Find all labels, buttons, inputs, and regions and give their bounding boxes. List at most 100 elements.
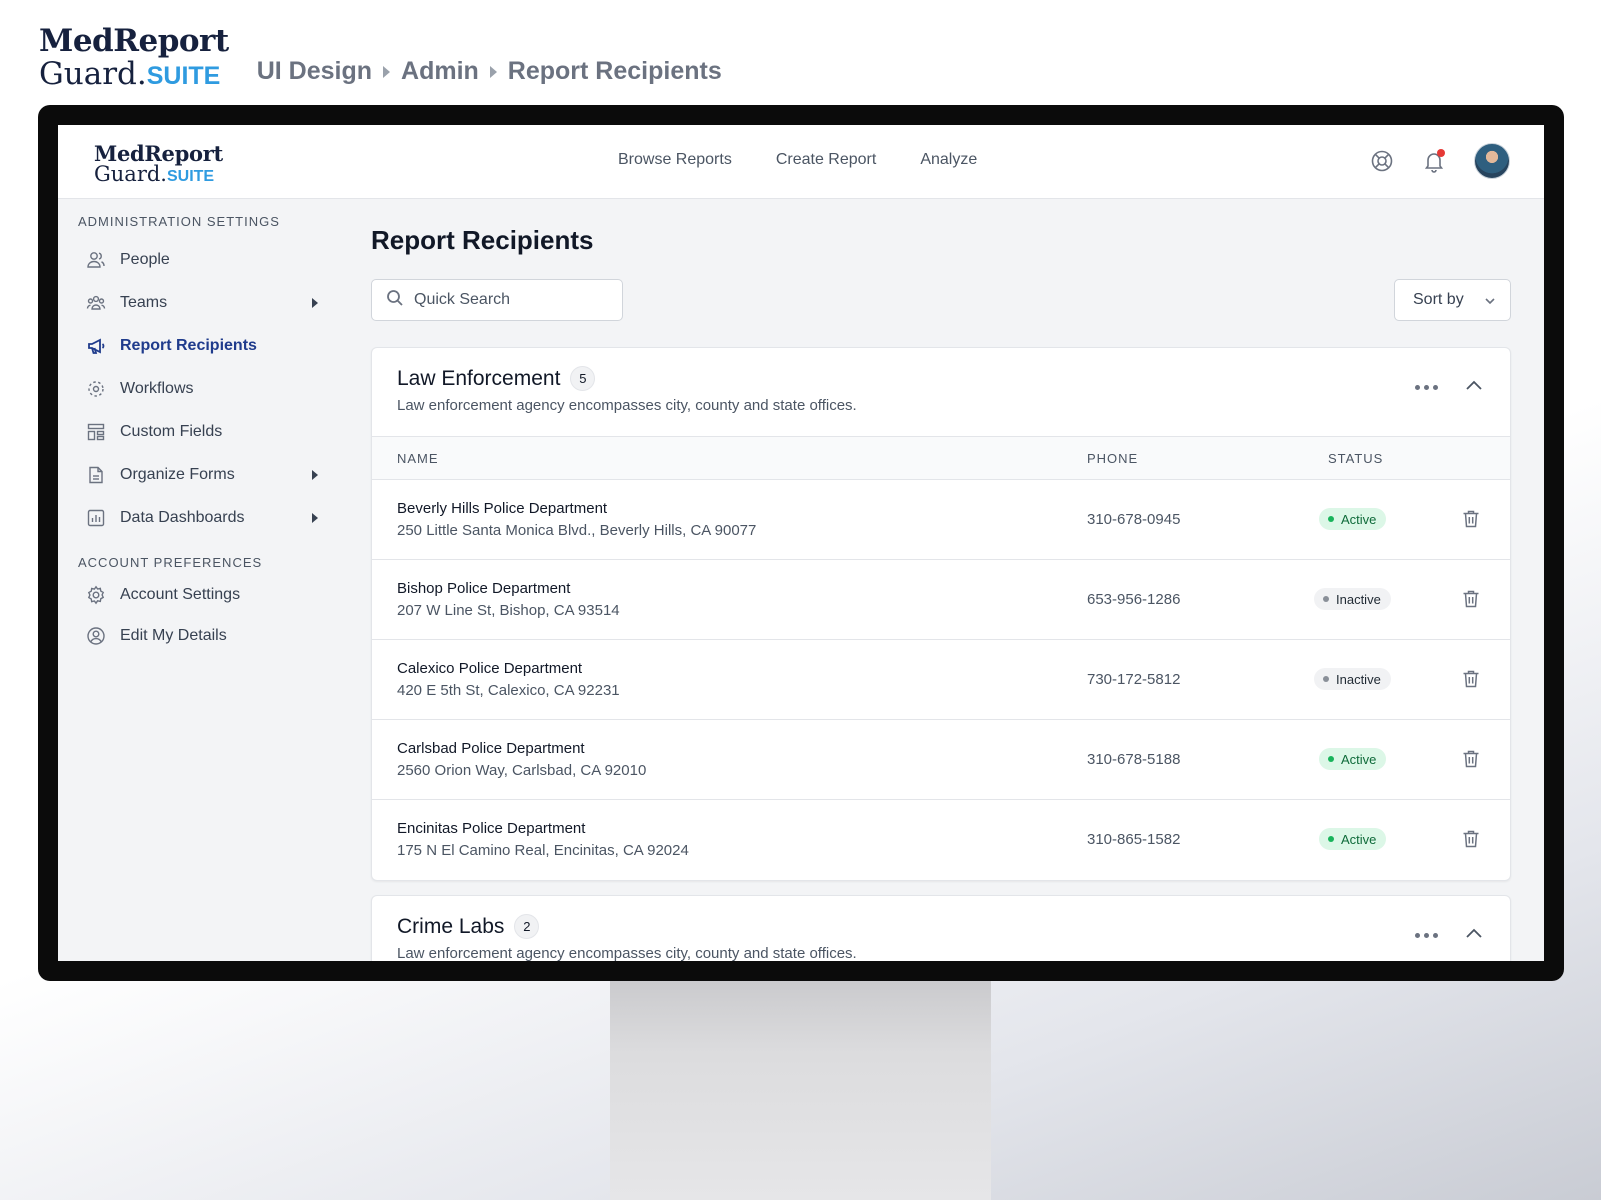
trash-icon[interactable] [1462,749,1480,774]
sidebar-item-label: Workflows [120,380,194,397]
app-brand-line2: Guard.SUITE [94,164,223,185]
breadcrumb-item-report-recipients: Report Recipients [507,57,722,85]
nav-browse-reports[interactable]: Browse Reports [618,151,732,169]
sidebar-item-edit-my-details[interactable]: Edit My Details [86,621,318,651]
user-circle-icon [86,626,106,646]
sidebar-item-label: Report Recipients [120,337,257,354]
table-row[interactable]: Encinitas Police Department 175 N El Cam… [372,800,1510,880]
sidebar-item-label: Organize Forms [120,466,235,483]
sidebar-item-people[interactable]: People [86,245,318,275]
group-description: Law enforcement agency encompasses city,… [397,397,857,414]
account-preferences-label: ACCOUNT PREFERENCES [78,555,263,570]
table-row[interactable]: Calexico Police Department 420 E 5th St,… [372,640,1510,720]
recipient-phone: 653-956-1286 [1087,591,1181,608]
sort-label: Sort by [1413,291,1464,308]
recipient-phone: 310-678-5188 [1087,751,1181,768]
caret-right-icon[interactable] [312,298,318,308]
people-icon [86,250,106,270]
sidebar-item-data-dashboards[interactable]: Data Dashboards [86,503,318,533]
recipient-address: 250 Little Santa Monica Blvd., Beverly H… [397,522,757,539]
more-options-icon[interactable] [1415,933,1438,938]
recipient-address: 420 E 5th St, Calexico, CA 92231 [397,682,620,699]
status-badge: Inactive [1314,668,1391,690]
app-brand-logo[interactable]: MedReport Guard.SUITE [94,143,223,185]
table-row[interactable]: Carlsbad Police Department 2560 Orion Wa… [372,720,1510,800]
megaphone-icon [86,336,106,356]
column-header-name[interactable]: NAME [397,451,439,466]
sort-dropdown[interactable]: Sort by [1394,279,1511,321]
gear-icon [86,585,106,605]
group-title: Law Enforcement [397,366,561,390]
breadcrumb-item-ui-design[interactable]: UI Design [257,57,372,86]
top-nav: Browse Reports Create Report Analyze [618,151,977,169]
trash-icon[interactable] [1462,509,1480,534]
outer-brand-suite: SUITE [146,62,221,90]
trash-icon[interactable] [1462,669,1480,694]
app-brand-guard: Guard. [94,162,167,186]
outer-brand-line1: MedReport [39,23,229,59]
trash-icon[interactable] [1462,589,1480,614]
chevron-up-icon[interactable] [1464,926,1484,945]
notification-dot [1437,149,1445,157]
teams-icon [86,293,106,313]
dashboard-icon [86,508,106,528]
breadcrumb: UI Design Admin Report Recipients [257,57,722,86]
sidebar-item-report-recipients[interactable]: Report Recipients [86,331,318,361]
sidebar-item-organize-forms[interactable]: Organize Forms [86,460,318,490]
column-header-status[interactable]: STATUS [1328,451,1383,466]
more-options-icon[interactable] [1415,385,1438,390]
search-input[interactable] [414,291,604,309]
caret-right-icon[interactable] [312,513,318,523]
recipient-name: Calexico Police Department [397,660,583,677]
recipient-name: Beverly Hills Police Department [397,500,608,517]
document-icon [86,465,106,485]
app-brand-line1: MedReport [94,141,223,166]
group-card-crime-labs: Crime Labs 2 Law enforcement agency encom… [371,895,1511,961]
table-row[interactable]: Bishop Police Department 207 W Line St, … [372,560,1510,640]
outer-brand-logo: MedReport Guard.SUITE [39,26,229,90]
avatar[interactable] [1474,143,1510,179]
status-badge: Inactive [1314,588,1391,610]
nav-analyze[interactable]: Analyze [920,151,977,169]
column-header-phone[interactable]: PHONE [1087,451,1138,466]
admin-settings-label: ADMINISTRATION SETTINGS [78,214,280,229]
bell-icon[interactable] [1422,149,1446,173]
sidebar-item-account-settings[interactable]: Account Settings [86,580,318,610]
outer-brand-guard: Guard. [39,56,147,92]
recipient-address: 175 N El Camino Real, Encinitas, CA 9202… [397,842,689,859]
recipient-phone: 310-678-0945 [1087,511,1181,528]
header-actions [1370,143,1510,179]
group-count-badge: 2 [514,914,540,939]
sidebar-item-custom-fields[interactable]: Custom Fields [86,417,318,447]
recipient-address: 207 W Line St, Bishop, CA 93514 [397,602,620,619]
trash-icon[interactable] [1462,829,1480,854]
recipient-name: Bishop Police Department [397,580,571,597]
status-badge: Active [1319,748,1387,770]
breadcrumb-item-admin[interactable]: Admin [401,57,479,86]
recipient-name: Carlsbad Police Department [397,740,585,757]
group-title: Crime Labs [397,914,505,938]
recipient-name: Encinitas Police Department [397,820,586,837]
breadcrumb-separator-icon [489,65,497,78]
sidebar-item-label: Edit My Details [120,627,227,644]
app-header: MedReport Guard.SUITE Browse Reports Cre… [58,125,1544,199]
recipient-phone: 730-172-5812 [1087,671,1181,688]
sidebar: ADMINISTRATION SETTINGS People Teams Rep… [58,199,358,961]
outer-brand-line2: Guard.SUITE [39,59,229,90]
help-icon[interactable] [1370,149,1394,173]
group-count-badge: 5 [570,366,596,391]
group-header: Law Enforcement 5 Law enforcement agency … [372,348,1510,436]
group-actions [1415,378,1484,397]
caret-right-icon[interactable] [312,470,318,480]
app-screen: MedReport Guard.SUITE Browse Reports Cre… [58,125,1544,961]
sidebar-item-teams[interactable]: Teams [86,288,318,318]
page-title: Report Recipients [371,225,594,255]
quick-search[interactable] [371,279,623,321]
custom-fields-icon [86,422,106,442]
sidebar-item-workflows[interactable]: Workflows [86,374,318,404]
status-badge: Active [1319,828,1387,850]
monitor-stand [610,975,991,1200]
nav-create-report[interactable]: Create Report [776,151,877,169]
table-row[interactable]: Beverly Hills Police Department 250 Litt… [372,480,1510,560]
chevron-up-icon[interactable] [1464,378,1484,397]
